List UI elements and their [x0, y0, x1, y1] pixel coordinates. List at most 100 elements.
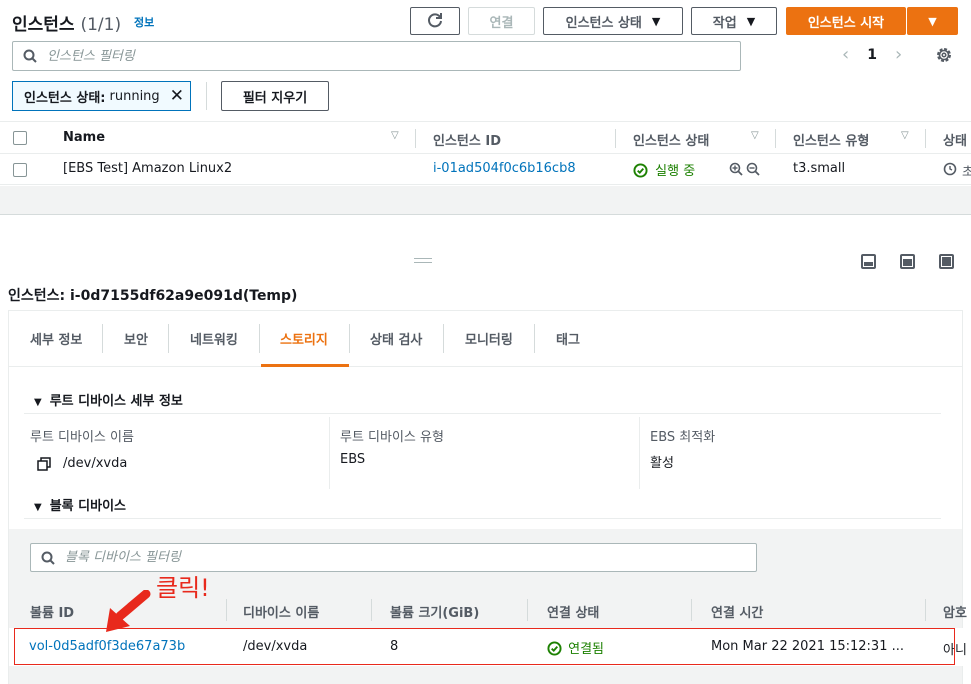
filter-token: 인스턴스 상태: running ✕ — [12, 81, 191, 111]
column-header[interactable]: 볼륨 크기(GiB) — [390, 602, 479, 621]
column-header[interactable]: 디바이스 이름 — [243, 602, 319, 621]
instance-name: [EBS Test] Amazon Linux2 — [63, 161, 233, 176]
column-header[interactable]: 상태 — [943, 130, 967, 149]
column-header[interactable]: 인스턴스 상태 — [633, 130, 709, 149]
search-icon — [23, 49, 37, 63]
root-device-name-label: 루트 디바이스 이름 — [30, 430, 134, 445]
column-header[interactable]: Name — [63, 130, 105, 145]
instances-table-header: Name ▽ 인스턴스 ID 인스턴스 상태 ▽ 인스턴스 유형 ▽ 상태 — [0, 121, 971, 154]
check-circle-icon — [633, 163, 648, 178]
block-devices-section-toggle[interactable]: ▼ 블록 디바이스 — [34, 495, 126, 514]
tab-separator — [259, 324, 260, 353]
block-devices-table-header: 볼륨 ID 디바이스 이름 볼륨 크기(GiB) 연결 상태 연결 시간 암호 — [9, 594, 971, 626]
sort-icon[interactable]: ▽ — [901, 130, 909, 141]
caret-down-icon: ▼ — [34, 397, 42, 408]
column-header[interactable]: 암호 — [943, 602, 967, 621]
tab-networking[interactable]: 네트워킹 — [190, 329, 238, 348]
tab-tags[interactable]: 태그 — [556, 329, 580, 348]
block-device-filter[interactable] — [30, 543, 757, 572]
instance-id-link[interactable]: i-01ad504f0c6b16cb8 — [433, 161, 576, 176]
tab-status-checks[interactable]: 상태 검사 — [370, 329, 422, 348]
column-header[interactable]: 연결 시간 — [711, 602, 763, 621]
clear-filters-button[interactable]: 필터 지우기 — [221, 81, 329, 111]
tab-separator — [534, 324, 535, 353]
click-annotation: 클릭! — [156, 574, 210, 602]
info-link[interactable]: 정보 — [134, 14, 154, 30]
connect-button[interactable]: 연결 — [468, 7, 535, 35]
root-device-section-toggle[interactable]: ▼ 루트 디바이스 세부 정보 — [34, 390, 183, 409]
root-device-type-label: 루트 디바이스 유형 — [340, 430, 444, 445]
tab-details[interactable]: 세부 정보 — [30, 329, 82, 348]
active-tab-indicator — [261, 364, 349, 367]
column-separator — [226, 599, 227, 621]
prev-page-icon[interactable]: ‹ — [842, 44, 849, 65]
clock-icon — [943, 162, 957, 176]
root-device-name-value: /dev/xvda — [63, 456, 128, 471]
settings-gear-icon[interactable] — [935, 46, 953, 64]
column-divider — [329, 417, 330, 489]
divider — [24, 413, 941, 414]
close-icon[interactable]: ✕ — [170, 86, 184, 106]
resize-handle[interactable] — [414, 258, 432, 266]
divider — [24, 518, 941, 519]
table-empty-area — [0, 186, 971, 214]
sort-icon[interactable]: ▽ — [751, 130, 759, 141]
block-device-filter-input[interactable] — [65, 550, 709, 565]
column-separator — [415, 129, 416, 148]
tab-separator — [168, 324, 169, 353]
instance-type: t3.small — [793, 161, 846, 176]
page-title: 인스턴스 (1/1) — [12, 15, 122, 35]
detail-title: 인스턴스: i-0d7155df62a9e091d(Temp) — [8, 288, 298, 304]
split-divider — [0, 214, 971, 215]
tab-monitoring[interactable]: 모니터링 — [465, 329, 513, 348]
actions-button[interactable]: 작업 ▼ — [691, 7, 777, 35]
split-bottom-icon[interactable] — [861, 254, 876, 269]
split-side-icon[interactable] — [900, 254, 915, 269]
caret-down-icon: ▼ — [651, 14, 661, 28]
instance-filter[interactable] — [12, 41, 741, 71]
highlight-box — [14, 628, 955, 665]
divider — [206, 82, 207, 110]
tab-separator — [443, 324, 444, 353]
column-separator — [371, 599, 372, 621]
root-device-type-value: EBS — [340, 452, 366, 467]
tab-separator — [102, 324, 103, 353]
select-all-checkbox[interactable] — [13, 131, 27, 145]
sort-icon[interactable]: ▽ — [391, 130, 399, 141]
copy-icon[interactable] — [37, 457, 51, 471]
launch-instances-button[interactable]: 인스턴스 시작 — [786, 7, 906, 35]
search-icon — [41, 551, 55, 565]
zoom-in-icon[interactable] — [729, 162, 743, 176]
detail-tabs: 세부 정보 보안 네트워킹 스토리지 상태 검사 모니터링 태그 — [8, 310, 963, 367]
row-checkbox[interactable] — [13, 163, 27, 177]
column-separator — [925, 599, 926, 621]
ebs-optimized-label: EBS 최적화 — [650, 430, 716, 445]
tab-security[interactable]: 보안 — [124, 329, 148, 348]
page-number[interactable]: 1 — [867, 47, 877, 63]
instance-state: 실행 중 — [633, 160, 695, 179]
tab-storage[interactable]: 스토리지 — [280, 329, 328, 348]
refresh-button[interactable] — [410, 7, 460, 35]
column-separator — [527, 599, 528, 621]
table-row[interactable]: [EBS Test] Amazon Linux2 i-01ad504f0c6b1… — [0, 154, 971, 185]
pagination: ‹ 1 › — [842, 44, 902, 65]
next-page-icon[interactable]: › — [895, 44, 902, 65]
column-header[interactable]: 인스턴스 유형 — [793, 130, 869, 149]
full-view-icon[interactable] — [939, 254, 954, 269]
column-header[interactable]: 인스턴스 ID — [433, 130, 501, 149]
column-header[interactable]: 볼륨 ID — [30, 602, 74, 621]
zoom-out-icon[interactable] — [746, 162, 760, 176]
status-check: 초 — [962, 165, 971, 180]
ebs-optimized-value: 활성 — [650, 456, 674, 471]
instance-filter-input[interactable] — [47, 48, 693, 64]
refresh-icon — [428, 13, 442, 28]
instances-panel: 인스턴스 (1/1) 정보 연결 인스턴스 상태 ▼ 작업 ▼ 인스턴스 시작 ▼ … — [0, 0, 971, 214]
caret-down-icon: ▼ — [928, 14, 937, 28]
column-divider — [639, 417, 640, 489]
instance-state-button[interactable]: 인스턴스 상태 ▼ — [543, 7, 683, 35]
launch-dropdown-button[interactable]: ▼ — [907, 7, 958, 35]
caret-down-icon: ▼ — [34, 502, 42, 513]
red-arrow-icon — [106, 590, 151, 632]
column-header[interactable]: 연결 상태 — [547, 602, 599, 621]
caret-down-icon: ▼ — [746, 14, 756, 28]
